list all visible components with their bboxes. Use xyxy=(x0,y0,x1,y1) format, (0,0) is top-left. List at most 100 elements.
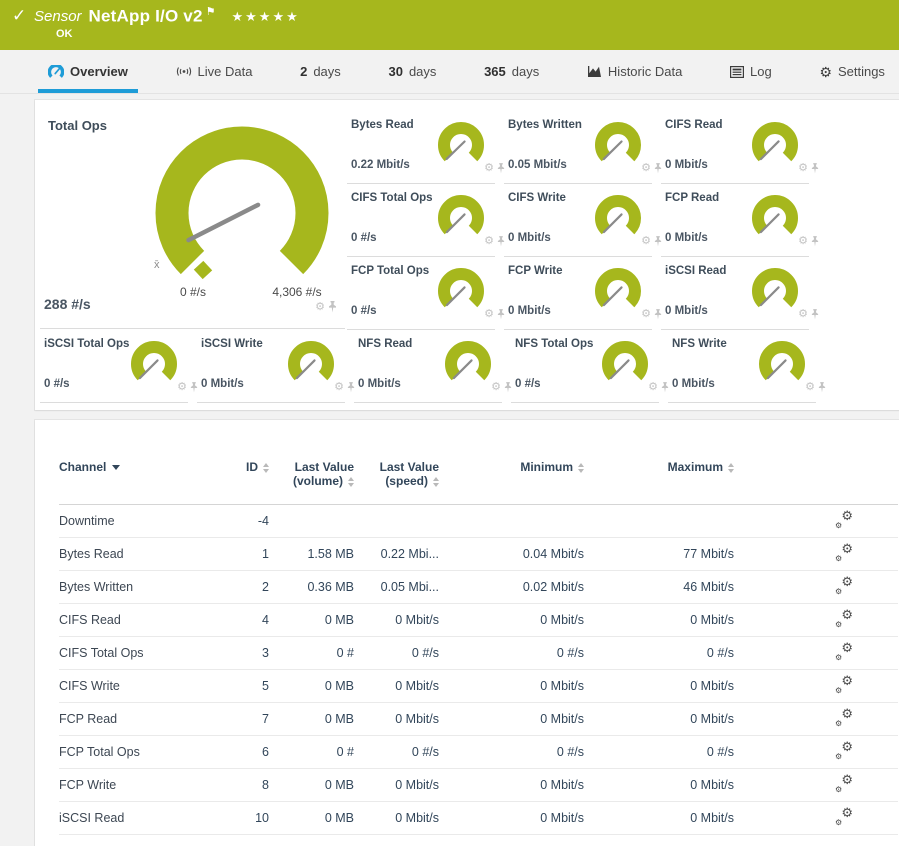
edit-channel-gears-icon[interactable]: ⚙⚙ xyxy=(835,611,853,627)
table-row: FCP Write 8 0 MB 0 Mbit/s 0 Mbit/s 0 Mbi… xyxy=(59,769,898,802)
table-row: Bytes Read 1 1.58 MB 0.22 Mbi... 0.04 Mb… xyxy=(59,538,898,571)
log-icon xyxy=(730,66,744,78)
gauge-settings-gear-icon[interactable]: ⚙ xyxy=(484,236,494,247)
maximum-value: 0 Mbit/s xyxy=(584,802,734,835)
gauge-settings-gear-icon[interactable]: ⚙ xyxy=(798,236,808,247)
column-header-maximum[interactable]: Maximum xyxy=(584,420,734,505)
tab-overview[interactable]: Overview xyxy=(48,50,128,93)
edit-channel-gears-icon[interactable]: ⚙⚙ xyxy=(835,809,853,825)
gauge-settings-gear-icon[interactable]: ⚙ xyxy=(484,163,494,174)
last-value-speed: 0 #/s xyxy=(354,637,439,670)
channel-id: 1 xyxy=(224,538,269,571)
gauge-dial xyxy=(745,265,805,319)
gauge-value: 288 #/s xyxy=(44,296,91,312)
gauge-value: 0 Mbit/s xyxy=(508,305,551,317)
channel-dropdown-icon[interactable] xyxy=(112,465,120,470)
edit-channel-gears-icon[interactable]: ⚙⚙ xyxy=(835,743,853,759)
gauge-settings-gear-icon[interactable]: ⚙ xyxy=(798,309,808,320)
tab-days[interactable]: 2days xyxy=(300,50,341,93)
last-value-speed: 0 #/s xyxy=(354,736,439,769)
gauge-value: 0 Mbit/s xyxy=(508,232,551,244)
edit-channel-gears-icon[interactable]: ⚙⚙ xyxy=(835,776,853,792)
minimum-value: 0 Mbit/s xyxy=(439,802,584,835)
gauge-pin-icon[interactable] xyxy=(811,236,819,247)
channel-table-panel: Channel ID Last Value(volume) Last Value… xyxy=(35,420,899,846)
maximum-value: 0 Mbit/s xyxy=(584,703,734,736)
gauge-settings-gear-icon[interactable]: ⚙ xyxy=(641,309,651,320)
minimum-value xyxy=(439,505,584,538)
tab-days[interactable]: 365days xyxy=(484,50,539,93)
channel-gauge-cell: iSCSI Read 0 Mbit/s ⚙ xyxy=(661,257,821,330)
gauge-settings-gear-icon[interactable]: ⚙ xyxy=(484,309,494,320)
channel-name: FCP Write xyxy=(59,769,224,802)
gauge-settings-gear-icon[interactable]: ⚙ xyxy=(648,382,658,393)
gauge-settings-gear-icon[interactable]: ⚙ xyxy=(334,382,344,393)
gauge-dial xyxy=(431,265,491,319)
last-value-volume xyxy=(269,505,354,538)
gauge-value: 0 #/s xyxy=(515,378,541,390)
column-header-last-value-volume[interactable]: Last Value(volume) xyxy=(269,420,354,505)
column-header-minimum[interactable]: Minimum xyxy=(439,420,584,505)
gauge-pin-icon[interactable] xyxy=(818,382,826,393)
gauge-title: Bytes Read xyxy=(351,119,414,131)
minimum-value: 0 Mbit/s xyxy=(439,604,584,637)
edit-channel-gears-icon[interactable]: ⚙⚙ xyxy=(835,710,853,726)
priority-stars[interactable]: ★★★★★ xyxy=(231,9,299,24)
sensor-header: ✓ SensorNetApp I/O v2⚑★★★★★ OK xyxy=(0,0,899,50)
column-header-channel[interactable]: Channel xyxy=(59,420,224,505)
channel-id: 8 xyxy=(224,769,269,802)
channel-gauge-cell: FCP Read 0 Mbit/s ⚙ xyxy=(661,184,821,257)
maximum-value: 0 Mbit/s xyxy=(584,670,734,703)
channel-gauge-cell: iSCSI Total Ops 0 #/s ⚙ xyxy=(40,330,200,403)
tab-live-data[interactable]: Live Data xyxy=(176,50,253,93)
edit-channel-gears-icon[interactable]: ⚙⚙ xyxy=(835,677,853,693)
channel-id: 2 xyxy=(224,571,269,604)
table-row: CIFS Write 5 0 MB 0 Mbit/s 0 Mbit/s 0 Mb… xyxy=(59,670,898,703)
gauge-settings-gear-icon[interactable]: ⚙ xyxy=(315,302,325,313)
gauge-average-marker xyxy=(194,261,212,279)
edit-channel-gears-icon[interactable]: ⚙⚙ xyxy=(835,578,853,594)
gauge-value: 0 Mbit/s xyxy=(358,378,401,390)
gauge-value: 0 Mbit/s xyxy=(665,305,708,317)
priority-flag-icon[interactable]: ⚑ xyxy=(206,6,216,18)
object-kind-label: Sensor xyxy=(34,8,82,25)
column-header-last-value-speed[interactable]: Last Value(speed) xyxy=(354,420,439,505)
channel-gauge-cell: NFS Total Ops 0 #/s ⚙ xyxy=(511,330,671,403)
gauge-settings-gear-icon[interactable]: ⚙ xyxy=(641,163,651,174)
maximum-value xyxy=(584,505,734,538)
gauge-pin-icon[interactable] xyxy=(811,163,819,174)
gauge-settings-gear-icon[interactable]: ⚙ xyxy=(641,236,651,247)
gauge-title: NFS Total Ops xyxy=(515,338,593,350)
minimum-value: 0 Mbit/s xyxy=(439,703,584,736)
minimum-value: 0.04 Mbit/s xyxy=(439,538,584,571)
maximum-value: 77 Mbit/s xyxy=(584,538,734,571)
channel-name: CIFS Total Ops xyxy=(59,637,224,670)
last-value-volume: 0 MB xyxy=(269,604,354,637)
channel-gauge-cell: Bytes Written 0.05 Mbit/s ⚙ xyxy=(504,111,664,184)
channel-name: Bytes Read xyxy=(59,538,224,571)
gauge-value: 0 Mbit/s xyxy=(672,378,715,390)
gauge-dial xyxy=(431,119,491,173)
channel-table: Channel ID Last Value(volume) Last Value… xyxy=(59,420,898,835)
gauge-settings-gear-icon[interactable]: ⚙ xyxy=(491,382,501,393)
edit-channel-gears-icon[interactable]: ⚙⚙ xyxy=(835,512,853,528)
gauge-settings-gear-icon[interactable]: ⚙ xyxy=(177,382,187,393)
gauge-settings-gear-icon[interactable]: ⚙ xyxy=(805,382,815,393)
tab-log[interactable]: Log xyxy=(730,50,772,93)
column-header-id[interactable]: ID xyxy=(224,420,269,505)
channel-gauge-cell: NFS Read 0 Mbit/s ⚙ xyxy=(354,330,514,403)
tab-historic-data[interactable]: Historic Data xyxy=(587,50,682,93)
tab-days[interactable]: 30days xyxy=(388,50,436,93)
gauge-dial xyxy=(595,338,655,392)
gauge-needle xyxy=(188,205,258,240)
edit-channel-gears-icon[interactable]: ⚙⚙ xyxy=(835,644,853,660)
tab-settings[interactable]: ⚙Settings xyxy=(819,50,885,93)
gauge-value: 0 #/s xyxy=(351,305,377,317)
last-value-speed xyxy=(354,505,439,538)
gauge-pin-icon[interactable] xyxy=(811,309,819,320)
gauge-pin-icon[interactable] xyxy=(328,301,337,313)
gauge-dial xyxy=(752,338,812,392)
last-value-volume: 0 MB xyxy=(269,703,354,736)
gauge-settings-gear-icon[interactable]: ⚙ xyxy=(798,163,808,174)
edit-channel-gears-icon[interactable]: ⚙⚙ xyxy=(835,545,853,561)
